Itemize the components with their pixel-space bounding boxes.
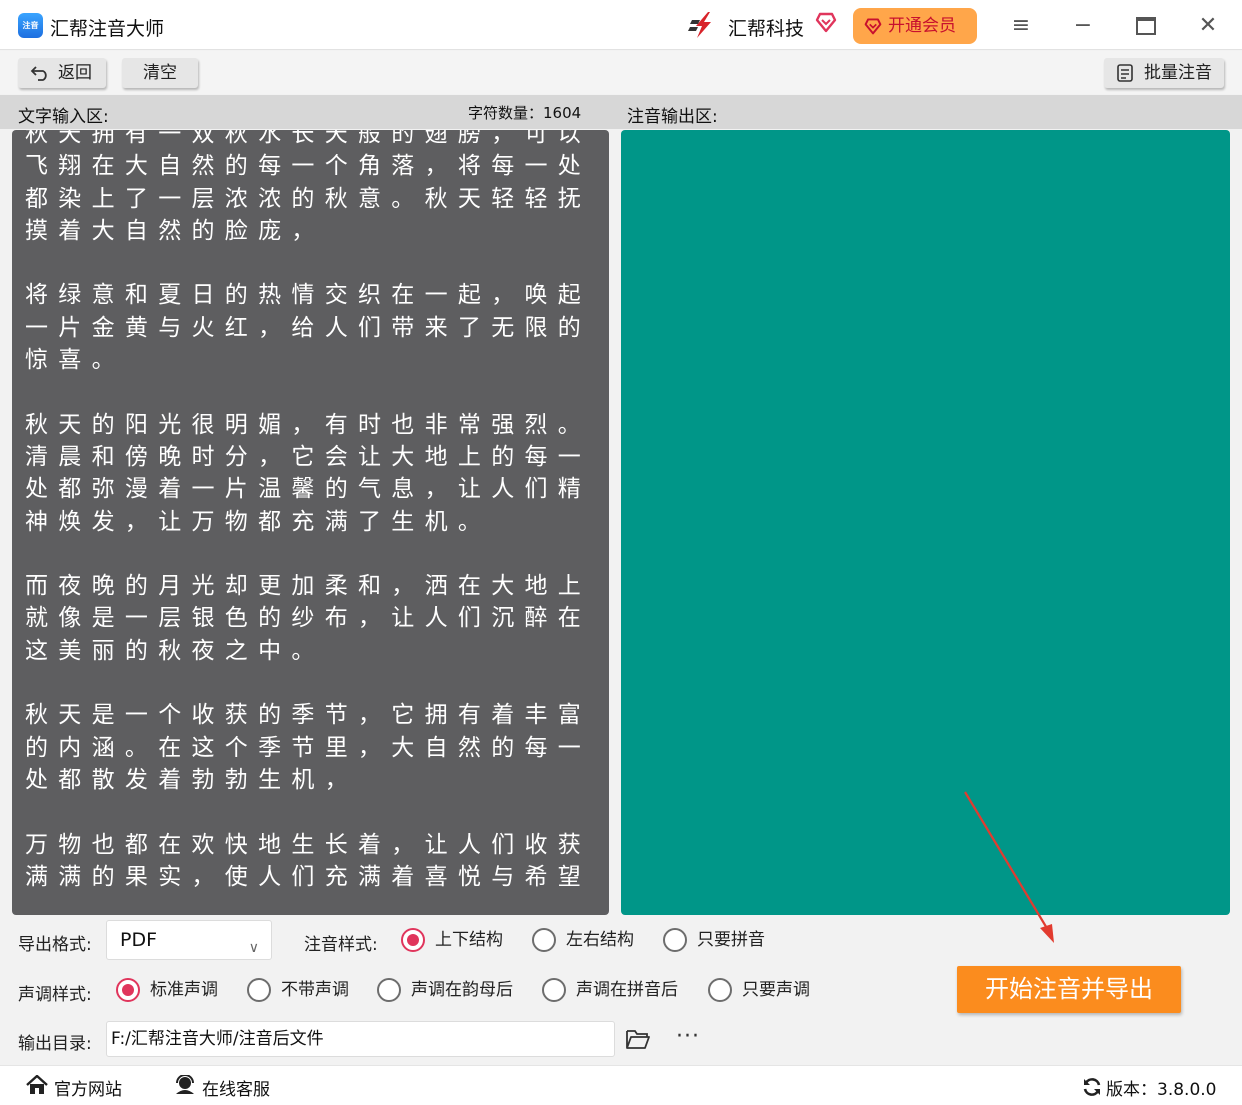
chevron-down-icon: ∨ [248,940,259,956]
style-radio-top-bottom[interactable]: 上下结构 [401,927,503,953]
tone-option-label: 只要声调 [742,980,810,1000]
maximize-icon[interactable] [1126,8,1166,44]
batch-annotate-button[interactable]: 批量注音 [1104,58,1224,88]
tone-radio-none[interactable]: 不带声调 [247,977,349,1003]
tone-option-label: 声调在拼音后 [576,980,678,1000]
radio-icon [542,978,566,1002]
app-logo-icon: 注音 [18,13,43,38]
clear-button[interactable]: 清空 [122,58,198,88]
website-label: 官方网站 [54,1080,122,1100]
radio-selected-icon [401,928,425,952]
tone-option-label: 声调在韵母后 [411,980,513,1000]
official-website-link[interactable]: 官方网站 [26,1075,122,1100]
toolbar: 返回 清空 批量注音 [0,51,1242,94]
char-count: 字符数量：1604 [468,104,582,122]
style-radio-left-right[interactable]: 左右结构 [532,927,634,953]
tone-radio-after-pinyin[interactable]: 声调在拼音后 [542,977,678,1003]
batch-label: 批量注音 [1144,63,1212,83]
version-label: 版本：3.8.0.0 [1106,1080,1217,1100]
style-option-label: 上下结构 [435,930,503,950]
back-label: 返回 [58,63,92,83]
text-input-area[interactable]: 秋天拥有一双秋水长天般的翅膀，可以飞翔在大自然的每一个角落，将每一处都染上了一层… [12,130,609,915]
annotation-style-label: 注音样式: [304,935,378,955]
back-button[interactable]: 返回 [18,58,106,88]
back-arrow-icon [30,66,47,81]
radio-icon [247,978,271,1002]
style-option-label: 左右结构 [566,930,634,950]
vip-heart-icon [864,18,882,35]
online-service-link[interactable]: 在线客服 [174,1075,270,1100]
diamond-heart-icon [815,12,837,33]
vip-label: 开通会员 [888,16,956,36]
more-options-icon[interactable]: ··· [676,1024,700,1049]
tone-radio-after-final[interactable]: 声调在韵母后 [377,977,513,1003]
radio-selected-icon [116,978,140,1002]
document-icon [1117,64,1133,82]
radio-icon [663,928,687,952]
version-info: 版本：3.8.0.0 [1082,1075,1216,1100]
customer-service-icon [176,1075,194,1094]
input-text: 秋天拥有一双秋水长天般的翅膀，可以飞翔在大自然的每一个角落，将每一处都染上了一层… [25,130,592,890]
refresh-icon [1083,1078,1101,1096]
radio-icon [377,978,401,1002]
style-option-label: 只要拼音 [697,930,765,950]
radio-icon [708,978,732,1002]
export-format-select[interactable]: PDF ∨ [106,920,272,960]
brand-name: 汇帮科技 [728,18,805,40]
export-format-label: 导出格式: [18,935,92,955]
style-radio-pinyin-only[interactable]: 只要拼音 [663,927,765,953]
output-dir-label: 输出目录: [18,1034,92,1054]
vip-button[interactable]: 开通会员 [853,8,977,44]
output-dir-field[interactable]: F:/汇帮注音大师/注音后文件 [106,1021,615,1057]
tone-radio-tone-only[interactable]: 只要声调 [708,977,810,1003]
output-area-label: 注音输出区: [627,107,718,127]
status-bar: 官方网站 在线客服 版本：3.8.0.0 [0,1065,1242,1105]
home-icon [26,1075,48,1094]
export-format-value: PDF [120,929,158,951]
radio-icon [532,928,556,952]
service-label: 在线客服 [202,1080,270,1100]
pinyin-output-area [621,130,1230,915]
title-bar: 注音 汇帮注音大师 汇帮科技 开通会员 ≡ − ✕ [0,0,1242,50]
tone-style-label: 声调样式: [18,985,92,1005]
close-icon[interactable]: ✕ [1188,8,1228,44]
folder-open-icon[interactable] [626,1028,650,1050]
brand-logo-icon [688,12,711,38]
tone-option-label: 标准声调 [150,980,218,1000]
start-export-button[interactable]: 开始注音并导出 [957,966,1181,1013]
minimize-icon[interactable]: − [1063,8,1103,44]
menu-icon[interactable]: ≡ [1001,8,1041,44]
app-title: 汇帮注音大师 [50,18,165,40]
tone-radio-standard[interactable]: 标准声调 [116,977,218,1003]
input-area-label: 文字输入区: [18,107,109,127]
tone-option-label: 不带声调 [281,980,349,1000]
